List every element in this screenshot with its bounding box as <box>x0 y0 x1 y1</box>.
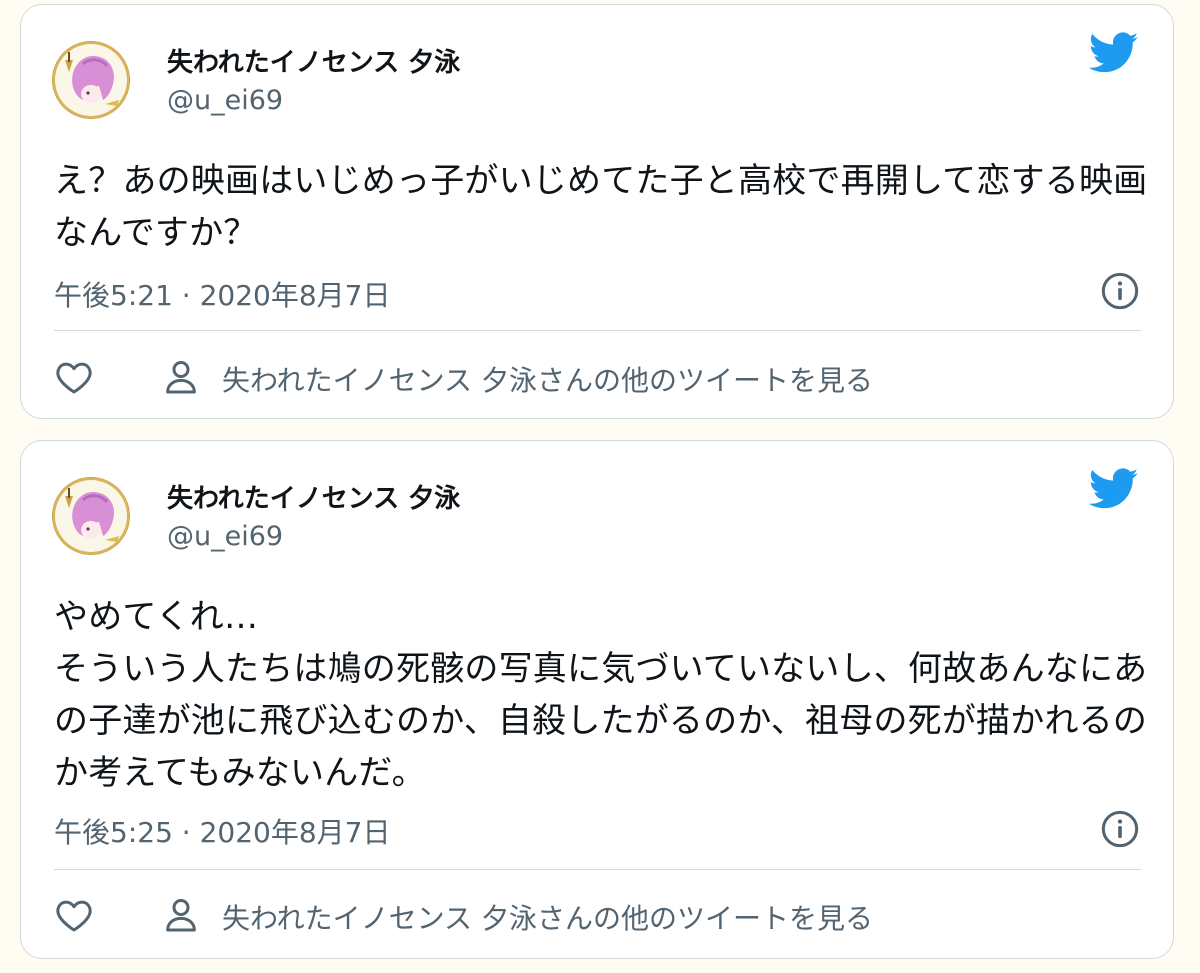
tweet-card[interactable]: 失われたイノセンス 夕泳 @u_ei69 え？あの映画はいじめっ子がいじめてた子… <box>20 4 1174 419</box>
author-handle[interactable]: @u_ei69 <box>167 521 283 552</box>
more-tweets-link[interactable]: 失われたイノセンス 夕泳さんの他のツイートを見る <box>222 359 873 399</box>
tweet-actions: 失われたイノセンス 夕泳さんの他のツイートを見る <box>54 347 1141 407</box>
author-handle[interactable]: @u_ei69 <box>167 85 283 116</box>
author-display-name[interactable]: 失われたイノセンス 夕泳 <box>167 478 460 515</box>
heart-icon[interactable] <box>54 895 94 935</box>
avatar[interactable] <box>53 42 129 118</box>
twitter-bird-icon[interactable] <box>1089 32 1139 74</box>
divider <box>54 330 1141 331</box>
more-tweets-link[interactable]: 失われたイノセンス 夕泳さんの他のツイートを見る <box>222 897 873 937</box>
author-display-name[interactable]: 失われたイノセンス 夕泳 <box>167 42 460 79</box>
twitter-bird-icon[interactable] <box>1089 468 1139 510</box>
info-icon[interactable] <box>1100 809 1140 849</box>
tweet-text: やめてくれ… そういう人たちは鳩の死骸の写真に気づいていないし、何故あんなにあの… <box>54 597 1148 793</box>
tweet-text: え？あの映画はいじめっ子がいじめてた子と高校で再開して恋する映画なんですか？ <box>54 161 1148 253</box>
divider <box>54 869 1141 870</box>
person-icon[interactable] <box>161 357 201 397</box>
tweet-timestamp[interactable]: 午後5:25 · 2020年8月7日 <box>54 811 390 851</box>
tweet-actions: 失われたイノセンス 夕泳さんの他のツイートを見る <box>54 885 1141 945</box>
avatar[interactable] <box>53 478 129 554</box>
info-icon[interactable] <box>1100 271 1140 311</box>
person-icon[interactable] <box>161 895 201 935</box>
tweet-card[interactable]: 失われたイノセンス 夕泳 @u_ei69 やめてくれ… そういう人たちは鳩の死骸… <box>20 440 1174 959</box>
tweet-timestamp[interactable]: 午後5:21 · 2020年8月7日 <box>54 274 390 314</box>
heart-icon[interactable] <box>54 357 94 397</box>
